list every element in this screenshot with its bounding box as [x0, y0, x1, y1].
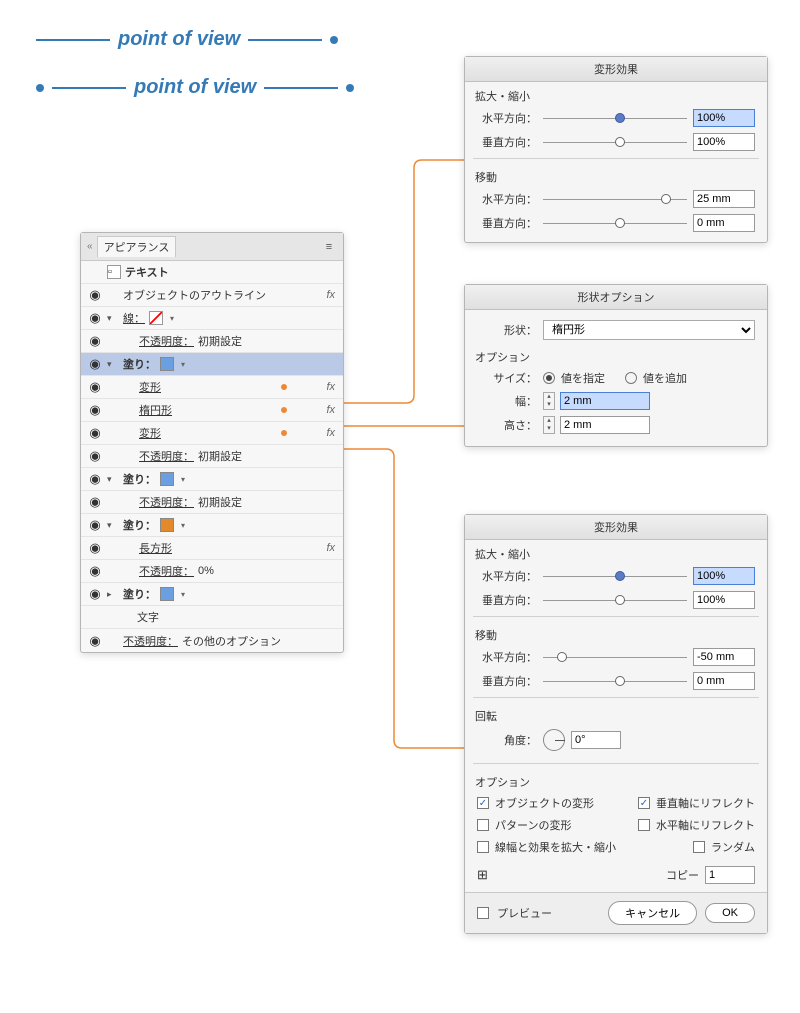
row-text[interactable]: ▫ テキスト: [81, 261, 343, 284]
row-stroke[interactable]: ◉ ▾ 線： ▾: [81, 307, 343, 330]
ok-button[interactable]: OK: [705, 903, 755, 923]
shape-options-dialog: 形状オプション 形状： 楕円形 オプション サイズ： 値を指定 値を追加 幅： …: [464, 284, 768, 447]
pov-text: point of view: [118, 28, 240, 51]
fill-swatch-4[interactable]: [160, 587, 174, 601]
fx-icon[interactable]: fx: [326, 381, 337, 393]
size-radio-add[interactable]: [625, 372, 637, 384]
cancel-button[interactable]: キャンセル: [608, 901, 697, 925]
section-options: オプション: [465, 343, 767, 367]
row-char[interactable]: 文字: [81, 606, 343, 629]
appearance-panel: « アピアランス ≡ ▫ テキスト ◉ オブジェクトのアウトライン fx ◉ ▾…: [80, 232, 344, 653]
move-h-input[interactable]: [693, 648, 755, 666]
height-stepper[interactable]: ▴▾: [543, 416, 555, 434]
copy-input[interactable]: [705, 866, 755, 884]
row-ellipse[interactable]: ◉ 楕円形 fx: [81, 399, 343, 422]
row-fill-3[interactable]: ◉ ▾ 塗り： ▾: [81, 514, 343, 537]
row-opacity-1[interactable]: ◉ 不透明度： 初期設定: [81, 330, 343, 353]
row-transform-1[interactable]: ◉ 変形 fx: [81, 376, 343, 399]
scale-h-input[interactable]: [693, 109, 755, 127]
scale-h-slider[interactable]: [543, 569, 687, 583]
move-v-input[interactable]: [693, 214, 755, 232]
pov-text: point of view: [134, 76, 256, 99]
fx-icon[interactable]: fx: [326, 427, 337, 439]
move-v-input[interactable]: [693, 672, 755, 690]
scale-v-slider[interactable]: [543, 593, 687, 607]
pov-example-1: point of view: [36, 28, 338, 51]
chk-transform-obj[interactable]: ✓: [477, 797, 489, 809]
scale-v-input[interactable]: [693, 591, 755, 609]
pov-example-2: point of view: [36, 76, 354, 99]
scale-h-slider[interactable]: [543, 111, 687, 125]
row-opacity-4[interactable]: ◉ 不透明度： 0%: [81, 560, 343, 583]
chk-transform-pattern[interactable]: [477, 819, 489, 831]
fx-icon[interactable]: fx: [326, 404, 337, 416]
panel-menu-icon[interactable]: ≡: [321, 241, 337, 253]
row-outline[interactable]: ◉ オブジェクトのアウトライン fx: [81, 284, 343, 307]
height-input[interactable]: [560, 416, 650, 434]
fill-swatch-3[interactable]: [160, 518, 174, 532]
chk-reflect-v[interactable]: ✓: [638, 797, 650, 809]
section-move: 移動: [465, 163, 767, 187]
width-stepper[interactable]: ▴▾: [543, 392, 555, 410]
fx-icon[interactable]: fx: [326, 289, 337, 301]
row-other[interactable]: ◉ 不透明度： その他のオプション: [81, 629, 343, 652]
dialog-title: 形状オプション: [465, 285, 767, 310]
panel-tabbar: « アピアランス ≡: [81, 233, 343, 261]
section-rotate: 回転: [465, 702, 767, 726]
row-transform-2[interactable]: ◉ 変形 fx: [81, 422, 343, 445]
fill-swatch-1[interactable]: [160, 357, 174, 371]
row-opacity-3[interactable]: ◉ 不透明度： 初期設定: [81, 491, 343, 514]
move-v-slider[interactable]: [543, 674, 687, 688]
row-opacity-2[interactable]: ◉ 不透明度： 初期設定: [81, 445, 343, 468]
section-options: オプション: [465, 768, 767, 792]
section-scale: 拡大・縮小: [465, 540, 767, 564]
fill-swatch-2[interactable]: [160, 472, 174, 486]
move-h-slider[interactable]: [543, 650, 687, 664]
chk-reflect-h[interactable]: [638, 819, 650, 831]
move-h-slider[interactable]: [543, 192, 687, 206]
chk-scale-strokes[interactable]: [477, 841, 489, 853]
scale-v-input[interactable]: [693, 133, 755, 151]
move-h-input[interactable]: [693, 190, 755, 208]
scale-h-input[interactable]: [693, 567, 755, 585]
angle-input[interactable]: [571, 731, 621, 749]
fx-icon[interactable]: fx: [326, 542, 337, 554]
appearance-tab[interactable]: アピアランス: [97, 236, 177, 257]
shape-select[interactable]: 楕円形: [543, 320, 755, 340]
transform-effect-dialog-2: 変形効果 拡大・縮小 水平方向： 垂直方向： 移動 水平方向： 垂直方向： 回転…: [464, 514, 768, 934]
target-swatch: ▫: [107, 265, 121, 279]
row-fill-2[interactable]: ◉ ▾ 塗り： ▾: [81, 468, 343, 491]
stroke-swatch[interactable]: [149, 311, 163, 325]
width-input[interactable]: [560, 392, 650, 410]
section-move: 移動: [465, 621, 767, 645]
origin-icon[interactable]: ⊞: [477, 867, 495, 883]
scale-v-slider[interactable]: [543, 135, 687, 149]
angle-dial[interactable]: [543, 729, 565, 751]
row-fill-1[interactable]: ◉ ▾ 塗り： ▾: [81, 353, 343, 376]
row-fill-4[interactable]: ◉ ▸ 塗り： ▾: [81, 583, 343, 606]
chk-preview[interactable]: [477, 907, 489, 919]
collapse-icon[interactable]: «: [87, 241, 93, 252]
move-v-slider[interactable]: [543, 216, 687, 230]
transform-effect-dialog-1: 変形効果 拡大・縮小 水平方向： 垂直方向： 移動 水平方向： 垂直方向：: [464, 56, 768, 243]
dialog-title: 変形効果: [465, 515, 767, 540]
section-scale: 拡大・縮小: [465, 82, 767, 106]
chk-random[interactable]: [693, 841, 705, 853]
dialog-title: 変形効果: [465, 57, 767, 82]
size-radio-specify[interactable]: [543, 372, 555, 384]
row-rect[interactable]: ◉ 長方形 fx: [81, 537, 343, 560]
